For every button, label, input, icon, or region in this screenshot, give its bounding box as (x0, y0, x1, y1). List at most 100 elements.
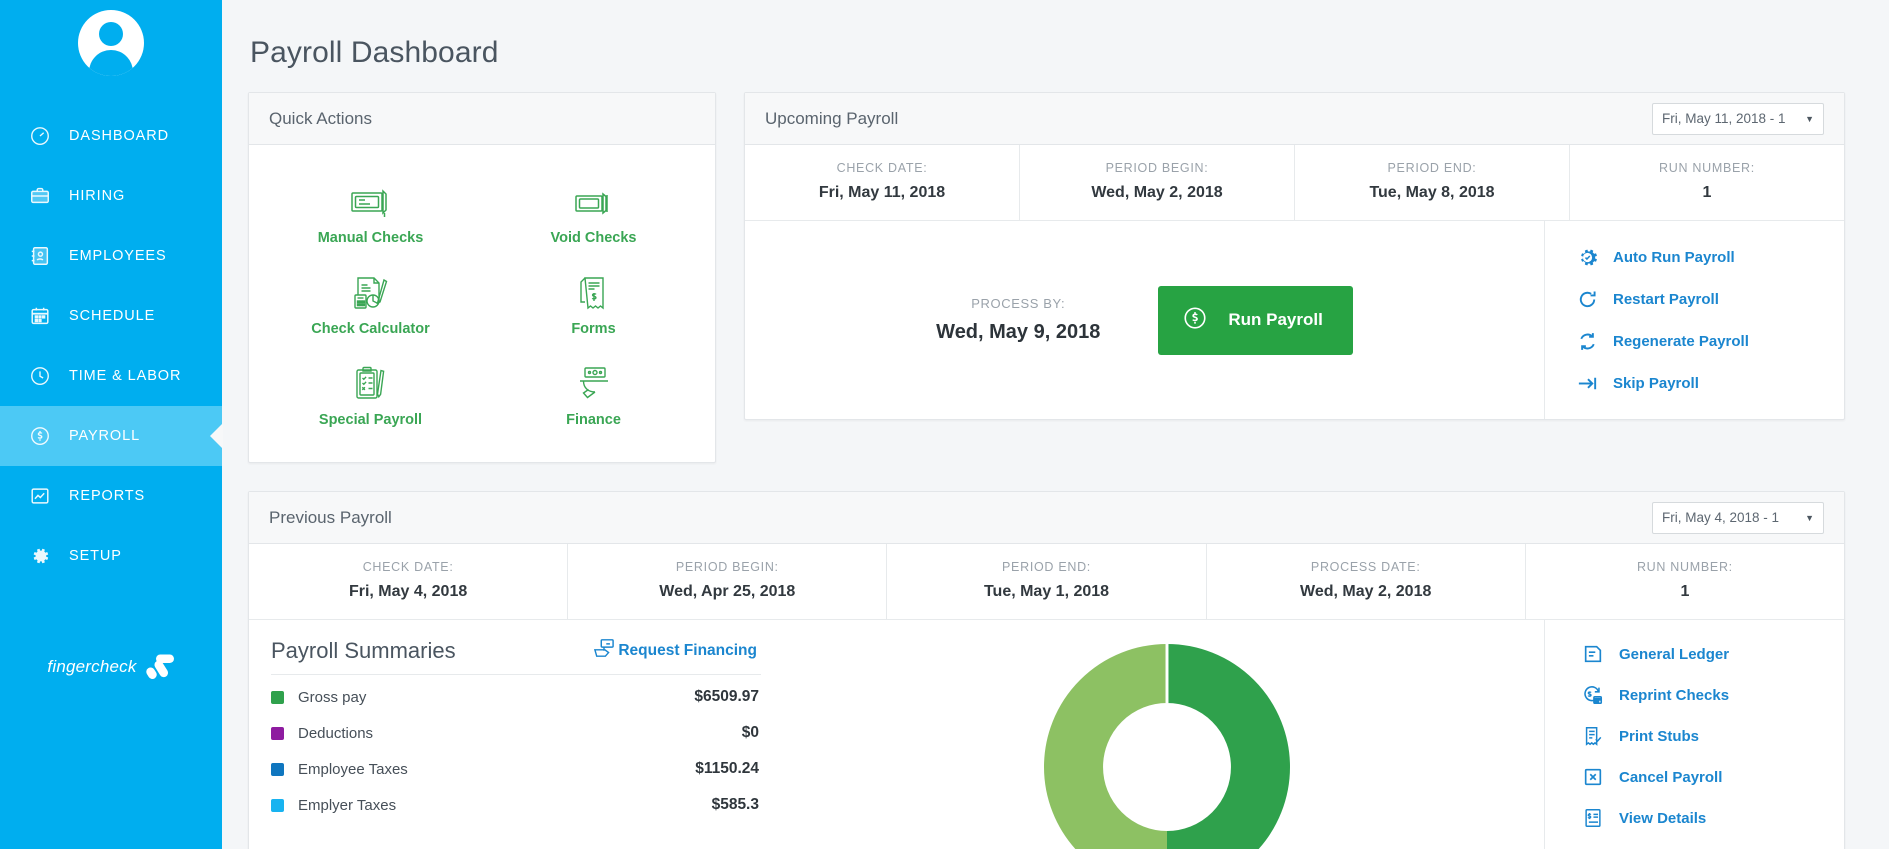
link-cancel-payroll[interactable]: Cancel Payroll (1581, 765, 1844, 789)
upcoming-period-select[interactable]: Fri, May 11, 2018 - 1 ▼ (1652, 102, 1824, 135)
quick-action-manual-checks[interactable]: Manual Checks (259, 167, 482, 254)
upcoming-payroll-card: Upcoming Payroll Fri, May 11, 2018 - 1 ▼… (744, 92, 1845, 420)
sidebar-item-setup[interactable]: SETUP (0, 526, 222, 586)
ledger-document-icon (1581, 642, 1605, 666)
avatar[interactable] (78, 10, 144, 76)
upcoming-stats-row: CHECK DATE: Fri, May 11, 2018 PERIOD BEG… (745, 145, 1844, 221)
previous-period-select[interactable]: Fri, May 4, 2018 - 1 ▼ (1652, 501, 1824, 534)
stat-value: Fri, May 11, 2018 (818, 184, 946, 201)
skip-arrow-icon (1575, 371, 1599, 395)
avatar-body-shape (89, 50, 133, 76)
quick-actions-title: Quick Actions (269, 108, 372, 128)
link-label: Regenerate Payroll (1613, 332, 1749, 350)
summary-value: $6509.97 (694, 688, 759, 705)
payroll-summaries: Payroll Summaries Request Financing Gros… (249, 620, 789, 849)
link-reprint-checks[interactable]: Reprint Checks (1581, 683, 1844, 707)
brand-name: fingercheck (47, 657, 137, 676)
summaries-header: Payroll Summaries Request Financing (271, 638, 761, 664)
sidebar-item-payroll[interactable]: PAYROLL (0, 406, 222, 466)
request-financing-link[interactable]: Request Financing (593, 638, 757, 663)
summary-row-employer-taxes: Emplyer Taxes $585.3 (271, 787, 761, 823)
link-label: Skip Payroll (1613, 374, 1699, 392)
upcoming-payroll-header: Upcoming Payroll Fri, May 11, 2018 - 1 ▼ (745, 93, 1844, 145)
calendar-icon (27, 303, 53, 329)
upcoming-body: PROCESS BY: Wed, May 9, 2018 Run Payroll (745, 221, 1844, 419)
stat-key: PERIOD END: (1002, 560, 1091, 574)
stat-value: Wed, Apr 25, 2018 (659, 583, 796, 600)
sidebar-item-employees[interactable]: EMPLOYEES (0, 226, 222, 286)
quick-actions-grid: Manual Checks Void Checks Check Calculat… (249, 145, 715, 462)
clipboard-checklist-icon (351, 359, 391, 403)
page-title: Payroll Dashboard (250, 36, 499, 69)
app-root: DASHBOARD HIRING EMPLOYEES SCHEDULE TIME… (0, 0, 1889, 849)
avatar-head-shape (99, 22, 123, 46)
sidebar-item-schedule[interactable]: SCHEDULE (0, 286, 222, 346)
dollar-circle-icon (1182, 305, 1208, 336)
link-print-stubs[interactable]: Print Stubs (1581, 724, 1844, 748)
link-skip-payroll[interactable]: Skip Payroll (1575, 371, 1844, 395)
previous-body: Payroll Summaries Request Financing Gros… (249, 620, 1844, 849)
stat-key: PROCESS DATE: (1310, 560, 1421, 574)
quick-action-void-checks[interactable]: Void Checks (482, 167, 705, 254)
gear-icon (27, 543, 53, 569)
payroll-donut-chart-zone (789, 620, 1544, 849)
sidebar-label: SETUP (69, 548, 122, 564)
stat-run-number: RUN NUMBER: 1 (1526, 544, 1844, 619)
summary-label: Employee Taxes (298, 760, 408, 778)
summary-value: $1150.24 (695, 760, 759, 777)
summary-label: Emplyer Taxes (298, 796, 397, 814)
run-payroll-button[interactable]: Run Payroll (1158, 285, 1353, 355)
sidebar-label: EMPLOYEES (69, 248, 167, 264)
summary-value: $0 (741, 724, 759, 741)
sidebar-label: REPORTS (69, 488, 146, 504)
link-label: Restart Payroll (1613, 290, 1719, 308)
form-receipt-icon (575, 268, 613, 312)
summaries-title: Payroll Summaries (271, 638, 456, 663)
stat-value: Tue, May 1, 2018 (983, 583, 1110, 600)
stat-period-end: PERIOD END: Tue, May 1, 2018 (887, 544, 1207, 619)
stat-key: CHECK DATE: (836, 161, 928, 175)
link-label: View Details (1619, 809, 1707, 827)
link-view-details[interactable]: View Details (1581, 806, 1844, 830)
donut-svg (1043, 644, 1290, 849)
stat-key: PERIOD END: (1387, 161, 1477, 175)
sidebar-item-reports[interactable]: REPORTS (0, 466, 222, 526)
link-auto-run-payroll[interactable]: Auto Run Payroll (1575, 245, 1844, 269)
stat-process-date: PROCESS DATE: Wed, May 2, 2018 (1207, 544, 1526, 619)
avatar-wrap (0, 0, 222, 76)
link-label: Print Stubs (1619, 727, 1700, 745)
contact-card-icon (27, 243, 53, 269)
link-general-ledger[interactable]: General Ledger (1581, 642, 1844, 666)
quick-action-finance[interactable]: Finance (482, 349, 705, 436)
void-check-icon (573, 177, 615, 221)
payroll-donut-chart (1043, 644, 1290, 849)
donut-slice (1043, 644, 1168, 849)
sidebar-item-dashboard[interactable]: DASHBOARD (0, 106, 222, 166)
sidebar-item-time-and-labor[interactable]: TIME & LABOR (0, 346, 222, 406)
upcoming-period-select-value: Fri, May 11, 2018 - 1 (1662, 111, 1786, 126)
link-restart-payroll[interactable]: Restart Payroll (1575, 287, 1844, 311)
stat-period-begin: PERIOD BEGIN: Wed, May 2, 2018 (1020, 145, 1295, 220)
stat-key: RUN NUMBER: (1659, 161, 1755, 175)
quick-action-forms[interactable]: Forms (482, 258, 705, 345)
process-by-value: Wed, May 9, 2018 (936, 321, 1101, 343)
link-regenerate-payroll[interactable]: Regenerate Payroll (1575, 329, 1844, 353)
stat-key: RUN NUMBER: (1636, 560, 1733, 574)
donut-slice (1165, 644, 1290, 849)
stat-value: 1 (1680, 583, 1690, 600)
summary-label: Deductions (298, 724, 374, 742)
sidebar-item-hiring[interactable]: HIRING (0, 166, 222, 226)
chevron-down-icon: ▼ (1805, 512, 1814, 523)
previous-period-select-value: Fri, May 4, 2018 - 1 (1662, 510, 1780, 525)
legend-swatch (271, 798, 284, 812)
summary-row-employee-taxes: Employee Taxes $1150.24 (271, 751, 761, 787)
process-by-label: PROCESS BY: (971, 296, 1066, 311)
quick-action-label: Finance (566, 412, 621, 428)
stat-value: Fri, May 4, 2018 (348, 583, 468, 600)
quick-action-special-payroll[interactable]: Special Payroll (259, 349, 482, 436)
legend-swatch (271, 690, 284, 704)
chevron-down-icon: ▼ (1805, 113, 1814, 124)
quick-action-label: Forms (571, 321, 616, 337)
quick-action-check-calculator[interactable]: Check Calculator (259, 258, 482, 345)
summary-row-deductions: Deductions $0 (271, 715, 761, 751)
